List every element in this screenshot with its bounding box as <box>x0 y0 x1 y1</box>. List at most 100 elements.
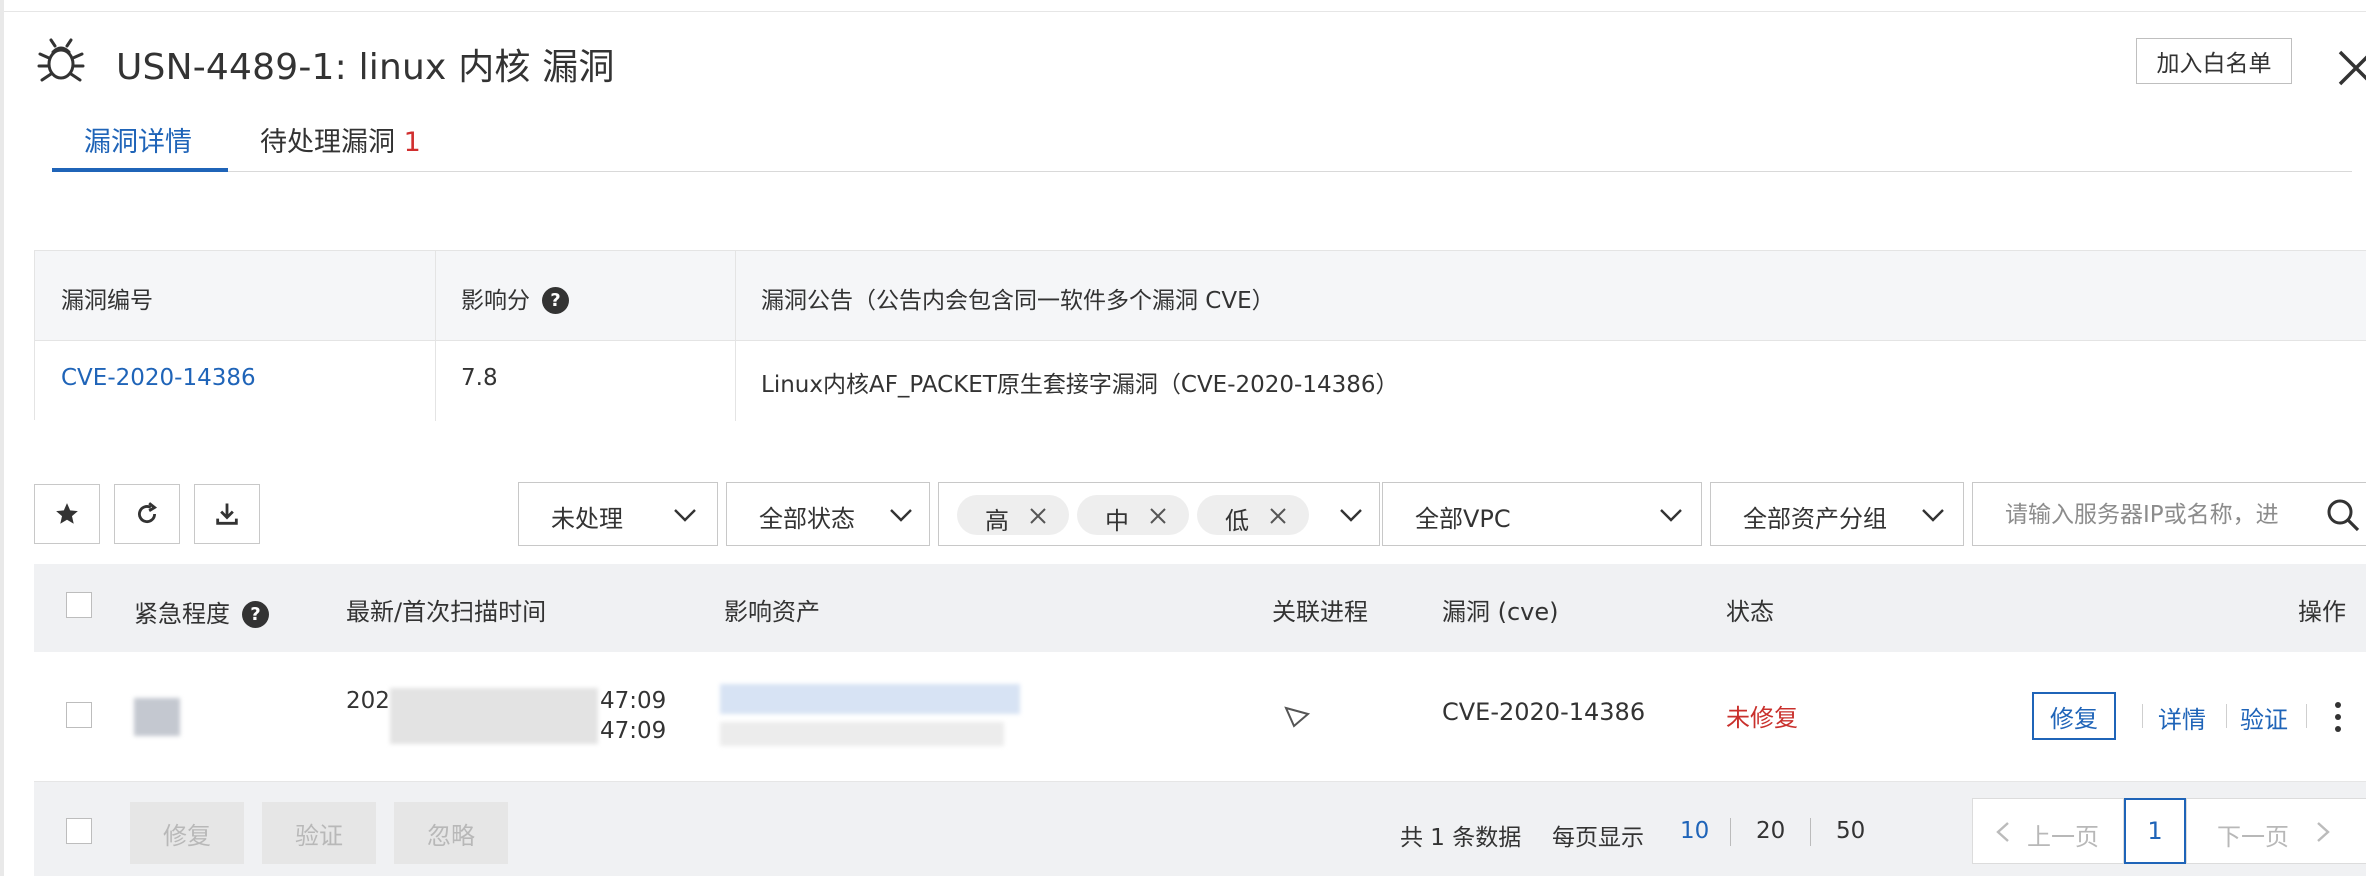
info-header-notice: 漏洞公告（公告内会包含同一软件多个漏洞 CVE） <box>761 288 1275 314</box>
vpc-filter-select[interactable]: 全部VPC <box>1382 482 1702 546</box>
prev-label: 上一页 <box>2027 823 2099 851</box>
tab-pending-vulns[interactable]: 待处理漏洞 1 <box>260 120 421 172</box>
bug-icon <box>37 38 85 82</box>
page-title: USN-4489-1: linux 内核 漏洞 <box>116 47 615 88</box>
info-table-row: CVE-2020-14386 7.8 Linux内核AF_PACKET原生套接字… <box>35 341 2366 421</box>
row-checkbox[interactable] <box>66 702 92 728</box>
per-page-label: 每页显示 <box>1552 825 1644 851</box>
tab-bar: 漏洞详情 待处理漏洞 1 <box>52 108 2352 172</box>
scan-time-first-end: 47:09 <box>600 718 667 744</box>
close-icon[interactable] <box>2336 48 2366 88</box>
table-row: 202 47:09 47:09 CVE-2020-14386 未修复 修复 详情… <box>34 652 2366 782</box>
info-header-id: 漏洞编号 <box>61 288 153 314</box>
column-label: 紧急程度 <box>134 600 230 628</box>
add-to-whitelist-button[interactable]: 加入白名单 <box>2136 38 2292 84</box>
page-size-50[interactable]: 50 <box>1836 818 1865 844</box>
close-icon[interactable] <box>1149 507 1167 525</box>
chevron-down-icon <box>1922 509 1944 522</box>
help-icon[interactable]: ? <box>542 287 569 314</box>
chevron-down-icon <box>674 509 696 522</box>
detail-link[interactable]: 详情 <box>2158 700 2206 735</box>
close-icon[interactable] <box>1029 507 1047 525</box>
page-size-10[interactable]: 10 <box>1680 818 1709 844</box>
table-footer: 修复 验证 忽略 共 1 条数据 每页显示 10 20 50 上一页 1 下一页 <box>34 782 2366 876</box>
search-icon[interactable] <box>2325 497 2361 533</box>
tab-count-badge: 1 <box>403 127 421 158</box>
window-top-border <box>0 0 2366 12</box>
help-icon[interactable]: ? <box>242 601 269 628</box>
refresh-icon <box>138 502 158 524</box>
row-cve-link[interactable]: CVE-2020-14386 <box>1442 698 1645 726</box>
page-size-20[interactable]: 20 <box>1756 818 1785 844</box>
info-header-score: 影响分? <box>461 281 569 315</box>
chevron-down-icon <box>1660 509 1682 522</box>
urgency-redacted <box>134 698 180 736</box>
footer-select-all-checkbox[interactable] <box>66 818 92 844</box>
tab-vuln-detail[interactable]: 漏洞详情 <box>84 120 192 172</box>
more-icon[interactable] <box>2332 700 2344 734</box>
asset-ip-redacted <box>720 722 1004 746</box>
tag-label: 高 <box>985 507 1009 535</box>
next-label: 下一页 <box>2217 823 2289 851</box>
level-tag-low: 低 <box>1197 495 1309 535</box>
column-scan-time: 最新/首次扫描时间 <box>346 598 547 626</box>
info-table-header: 漏洞编号 影响分? 漏洞公告（公告内会包含同一软件多个漏洞 CVE） <box>35 251 2366 341</box>
active-tab-indicator <box>52 168 228 172</box>
select-value: 全部VPC <box>1415 505 1511 533</box>
tab-label: 待处理漏洞 <box>260 127 395 158</box>
score-label: 影响分 <box>461 288 530 314</box>
chevron-left-icon <box>1996 822 2009 842</box>
table-header: 紧急程度? 最新/首次扫描时间 影响资产 关联进程 漏洞 (cve) 状态 操作 <box>34 564 2366 652</box>
cve-link[interactable]: CVE-2020-14386 <box>61 365 256 391</box>
column-urgency: 紧急程度? <box>134 594 269 629</box>
verify-link[interactable]: 验证 <box>2240 700 2288 735</box>
tab-label: 漏洞详情 <box>84 127 192 158</box>
scan-time-latest: 202 <box>346 688 390 714</box>
bulk-ignore-button[interactable]: 忽略 <box>394 802 508 864</box>
action-separator <box>2226 704 2227 728</box>
impact-score: 7.8 <box>461 365 498 391</box>
column-cve: 漏洞 (cve) <box>1442 598 1559 626</box>
download-icon <box>216 503 238 525</box>
page-1-button[interactable]: 1 <box>2124 798 2186 864</box>
server-search-box <box>1972 482 2366 546</box>
server-search-input[interactable] <box>2005 497 2305 533</box>
window-left-border <box>0 0 4 876</box>
process-filter-select[interactable]: 未处理 <box>518 482 718 546</box>
fix-button[interactable]: 修复 <box>2032 692 2116 740</box>
refresh-button[interactable] <box>114 484 180 544</box>
select-value: 全部资产分组 <box>1743 505 1887 533</box>
column-actions: 操作 <box>2298 598 2346 626</box>
close-icon[interactable] <box>1269 507 1287 525</box>
prev-page-button[interactable]: 上一页 <box>1972 798 2124 864</box>
page-size-separator <box>1810 818 1811 846</box>
column-status: 状态 <box>1726 598 1774 626</box>
chevron-down-icon <box>1340 509 1362 522</box>
select-value: 全部状态 <box>759 505 855 533</box>
action-separator <box>2142 704 2143 728</box>
column-process: 关联进程 <box>1272 598 1368 626</box>
export-button[interactable] <box>194 484 260 544</box>
chevron-down-icon <box>890 509 912 522</box>
bulk-fix-button[interactable]: 修复 <box>130 802 244 864</box>
favorite-button[interactable] <box>34 484 100 544</box>
next-page-button[interactable]: 下一页 <box>2186 798 2366 864</box>
bulk-verify-button[interactable]: 验证 <box>262 802 376 864</box>
level-tag-high: 高 <box>957 495 1069 535</box>
status-badge: 未修复 <box>1726 704 1798 732</box>
asset-name-redacted[interactable] <box>720 684 1020 714</box>
asset-group-filter-select[interactable]: 全部资产分组 <box>1710 482 1964 546</box>
scan-time-redacted <box>390 688 598 744</box>
star-icon <box>56 503 78 524</box>
status-filter-select[interactable]: 全部状态 <box>726 482 930 546</box>
vuln-notice: Linux内核AF_PACKET原生套接字漏洞（CVE-2020-14386） <box>761 372 1399 398</box>
level-filter-select[interactable]: 高 中 低 <box>938 482 1380 546</box>
scan-time-latest-end: 47:09 <box>600 688 667 714</box>
action-separator <box>2306 704 2307 728</box>
time-prefix: 202 <box>346 688 390 714</box>
column-divider <box>435 251 436 421</box>
vuln-info-table: 漏洞编号 影响分? 漏洞公告（公告内会包含同一软件多个漏洞 CVE） CVE-2… <box>34 250 2366 421</box>
select-all-checkbox[interactable] <box>66 592 92 618</box>
page-size-separator <box>1730 818 1731 846</box>
process-link-icon[interactable] <box>1282 702 1312 732</box>
